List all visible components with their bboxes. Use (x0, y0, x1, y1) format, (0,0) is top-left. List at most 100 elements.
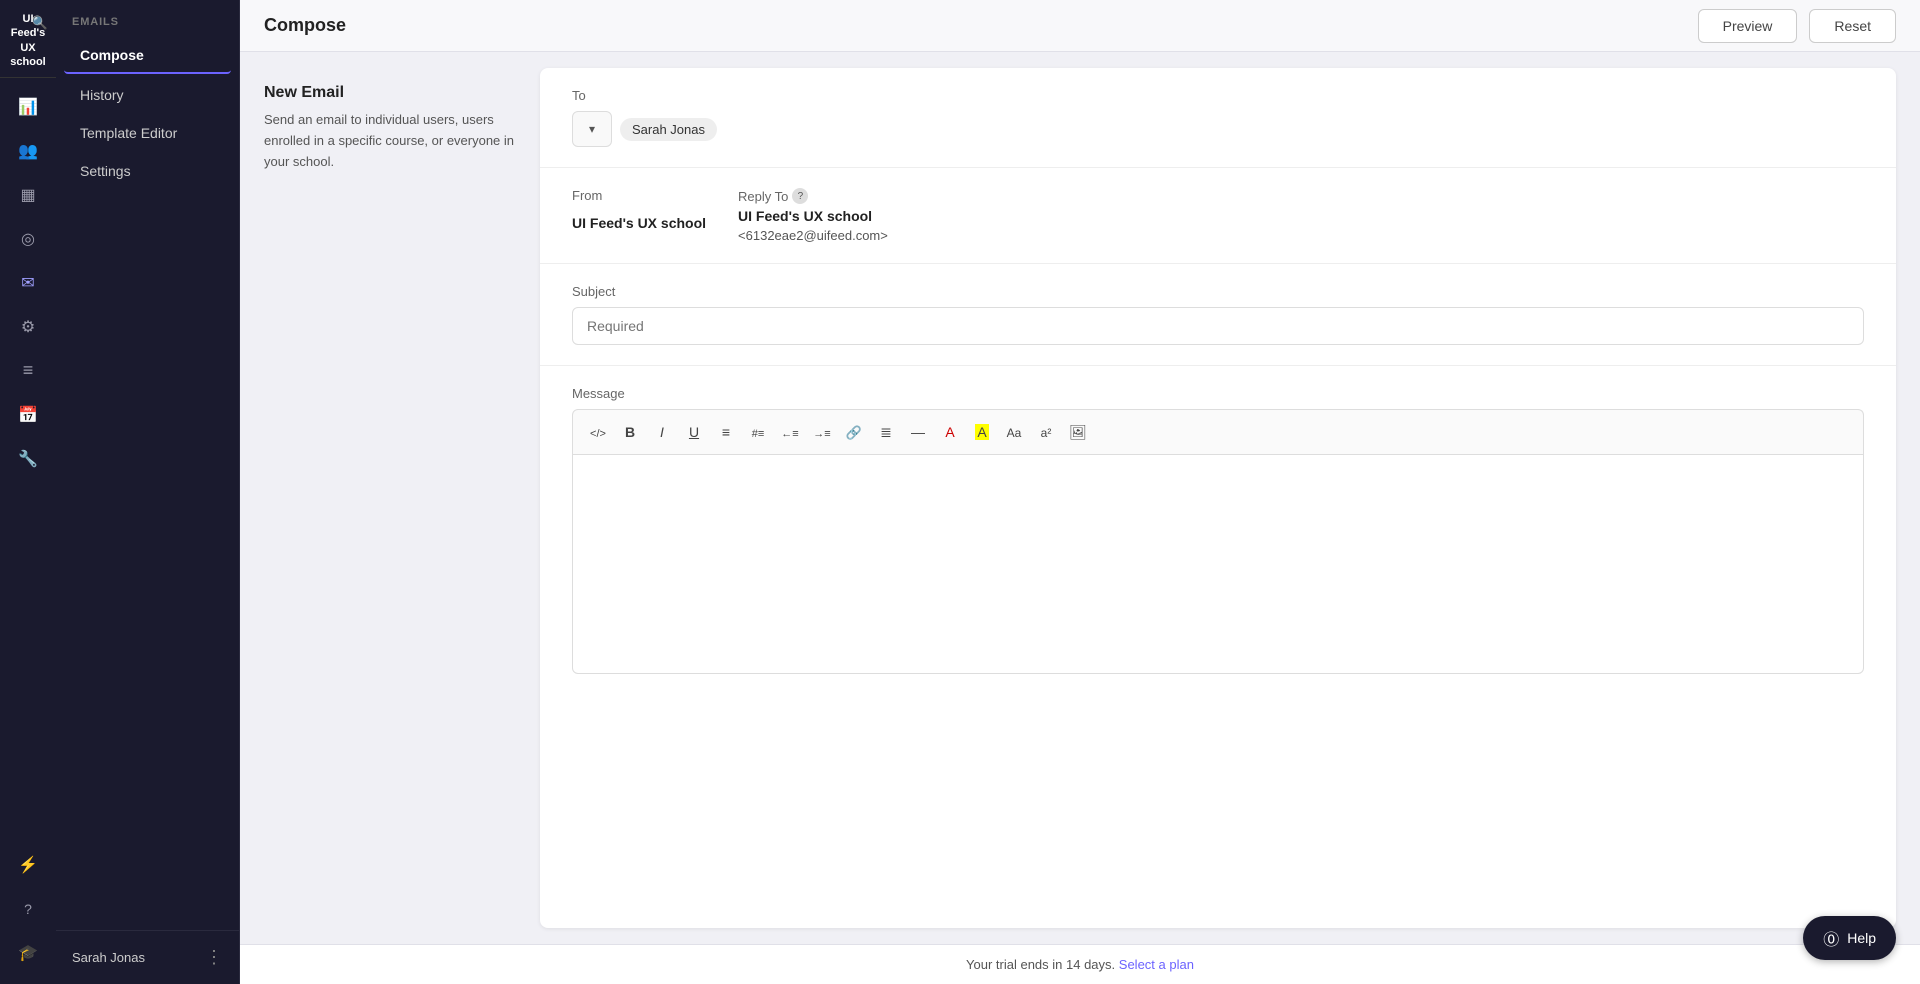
bolt-icon (18, 854, 38, 875)
dashboard-icon (20, 184, 35, 205)
new-email-description: Send an email to individual users, users… (264, 110, 516, 172)
unordered-list-icon (722, 424, 730, 440)
to-row: Sarah Jonas (572, 111, 1864, 147)
toolbar-italic-button[interactable] (647, 418, 677, 446)
toolbar-font-color-button[interactable] (935, 418, 965, 446)
subject-input[interactable] (572, 307, 1864, 345)
sidebar-icons: UI Feed's UX school (0, 0, 56, 984)
nav-tools-icon[interactable] (8, 438, 48, 478)
nav-graduation-icon[interactable] (8, 932, 48, 972)
toolbar-font-size-button[interactable] (999, 418, 1029, 446)
superscript-icon (1041, 424, 1052, 440)
sidebar-secondary: EMAILS Compose History Template Editor S… (56, 0, 240, 984)
graduation-icon (18, 942, 38, 963)
editor-toolbar (572, 409, 1864, 454)
recipient-tag[interactable]: Sarah Jonas (620, 118, 717, 141)
bold-icon (625, 424, 635, 440)
underline-icon (689, 424, 699, 440)
font-size-icon (1007, 424, 1022, 440)
sidebar-item-history[interactable]: History (64, 78, 231, 112)
topbar-actions: Preview Reset (1698, 9, 1896, 43)
toolbar-dedent-button[interactable] (775, 418, 805, 446)
nav-bolt-icon[interactable] (8, 844, 48, 884)
code-icon (590, 424, 606, 440)
toolbar-bold-button[interactable] (615, 418, 645, 446)
nav-help-icon[interactable] (8, 888, 48, 928)
toolbar-code-button[interactable] (583, 418, 613, 446)
nav-analytics-icon[interactable] (8, 86, 48, 126)
to-section: To Sarah Jonas (540, 68, 1896, 168)
reply-to-block: Reply To ? UI Feed's UX school <6132eae2… (738, 188, 888, 243)
from-value: UI Feed's UX school (572, 215, 706, 231)
more-options-button[interactable] (205, 947, 223, 968)
toolbar-ol-button[interactable] (743, 418, 773, 446)
nav-reports-icon[interactable] (8, 350, 48, 390)
font-color-icon (945, 424, 954, 440)
users-icon (18, 140, 38, 161)
help-circle-icon: ⓪ (1823, 926, 1839, 950)
reply-to-value: UI Feed's UX school (738, 208, 888, 224)
help-button[interactable]: ⓪ Help (1803, 916, 1896, 960)
nav-revenue-icon[interactable] (8, 218, 48, 258)
background-color-icon (975, 424, 988, 440)
to-dropdown[interactable] (572, 111, 612, 147)
sidebar-item-template-editor[interactable]: Template Editor (64, 116, 231, 150)
message-section: Message (540, 366, 1896, 694)
topbar: Compose Preview Reset (240, 0, 1920, 52)
ordered-list-icon (752, 424, 765, 440)
nav-settings-icon[interactable] (8, 306, 48, 346)
reset-button[interactable]: Reset (1809, 9, 1896, 43)
sidebar-item-settings[interactable]: Settings (64, 154, 231, 188)
trial-text: Your trial ends in 14 days. (966, 957, 1115, 972)
reply-to-label: Reply To ? (738, 188, 888, 204)
toolbar-superscript-button[interactable] (1031, 418, 1061, 446)
nav-email-icon[interactable] (8, 262, 48, 302)
toolbar-indent-button[interactable] (807, 418, 837, 446)
subject-section: Subject (540, 264, 1896, 366)
reply-to-email: <6132eae2@uifeed.com> (738, 228, 888, 243)
toolbar-link-button[interactable] (839, 418, 869, 446)
align-icon (880, 424, 892, 441)
main-content: Compose Preview Reset New Email Send an … (240, 0, 1920, 984)
current-user-label: Sarah Jonas (72, 950, 145, 965)
subject-label: Subject (572, 284, 1864, 299)
sidebar-item-compose[interactable]: Compose (64, 38, 231, 74)
toolbar-hr-button[interactable] (903, 418, 933, 446)
select-plan-link[interactable]: Select a plan (1119, 957, 1194, 972)
message-editor[interactable] (572, 454, 1864, 674)
toolbar-ul-button[interactable] (711, 418, 741, 446)
toolbar-align-button[interactable] (871, 418, 901, 446)
link-icon (846, 424, 862, 441)
nav-dashboard-icon[interactable] (8, 174, 48, 214)
reply-to-help-icon[interactable]: ? (792, 188, 808, 204)
bars-icon (23, 360, 34, 381)
calendar-icon (18, 404, 38, 425)
from-section: From UI Feed's UX school Reply To ? UI F… (540, 168, 1896, 264)
question-icon (24, 898, 32, 919)
nav-users-icon[interactable] (8, 130, 48, 170)
page-title: Compose (264, 15, 346, 36)
preview-button[interactable]: Preview (1698, 9, 1798, 43)
to-label: To (572, 88, 1864, 103)
italic-icon (660, 424, 664, 440)
from-block: From UI Feed's UX school (572, 188, 706, 243)
nav-calendar-icon[interactable] (8, 394, 48, 434)
indent-icon (813, 424, 830, 440)
toolbar-bg-color-button[interactable] (967, 418, 997, 446)
from-reply-row: From UI Feed's UX school Reply To ? UI F… (572, 188, 1864, 243)
search-button[interactable] (32, 14, 48, 31)
bottom-bar: Your trial ends in 14 days. Select a pla… (240, 944, 1920, 984)
gear-icon (21, 316, 35, 337)
chart-icon (18, 96, 38, 117)
email-form-panel: To Sarah Jonas From UI Feed's UX school (540, 68, 1896, 928)
left-panel: New Email Send an email to individual us… (240, 52, 540, 944)
new-email-heading: New Email (264, 84, 516, 102)
toolbar-underline-button[interactable] (679, 418, 709, 446)
toolbar-image-button[interactable] (1063, 418, 1093, 446)
sidebar-bottom: Sarah Jonas (56, 930, 239, 984)
help-button-label: Help (1847, 930, 1876, 946)
horizontal-rule-icon (911, 424, 925, 440)
search-icon (32, 14, 48, 30)
from-label: From (572, 188, 706, 203)
emails-section-label: EMAILS (56, 0, 239, 36)
